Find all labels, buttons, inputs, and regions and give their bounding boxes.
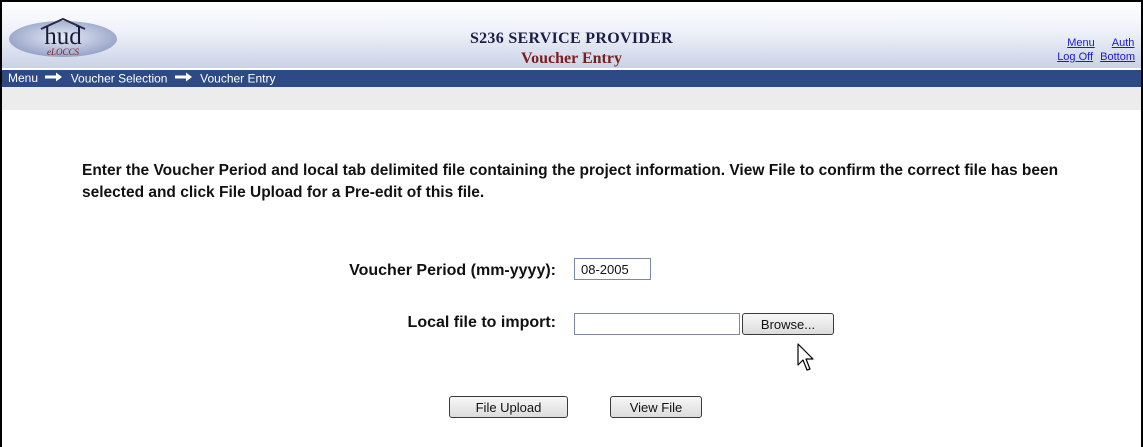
page-title: S236 SERVICE PROVIDER: [469, 30, 674, 47]
voucher-period-label: Voucher Period (mm-yyyy):: [349, 262, 556, 279]
page-header: hud eLOCCS S236 SERVICE PROVIDER Voucher…: [2, 2, 1141, 68]
breadcrumb-menu[interactable]: Menu: [8, 71, 38, 85]
voucher-period-input[interactable]: [574, 258, 651, 280]
menu-link[interactable]: Menu: [1067, 37, 1095, 49]
mouse-pointer-icon: [797, 343, 814, 371]
breadcrumb-voucher-selection[interactable]: Voucher Selection: [71, 71, 168, 85]
local-file-label: Local file to import:: [407, 314, 556, 331]
local-file-input[interactable]: [574, 313, 740, 335]
file-upload-button[interactable]: File Upload: [449, 396, 568, 418]
page-subtitle: Voucher Entry: [521, 50, 622, 67]
view-file-button[interactable]: View File: [610, 396, 702, 418]
header-spacer-bar: [2, 87, 1141, 110]
breadcrumb-voucher-entry: Voucher Entry: [200, 71, 276, 86]
top-links: Menu Auth Log Off Bottom: [1053, 36, 1135, 64]
right-arrow-icon: [45, 72, 63, 82]
auth-link[interactable]: Auth: [1112, 37, 1135, 49]
bottom-link[interactable]: Bottom: [1100, 51, 1135, 63]
instructions-text: Enter the Voucher Period and local tab d…: [82, 162, 1059, 201]
log-off-link[interactable]: Log Off: [1057, 51, 1093, 63]
right-arrow-icon: [174, 72, 192, 82]
breadcrumb: Menu Voucher Selection Voucher Entry: [2, 70, 1141, 87]
browse-button[interactable]: Browse...: [742, 313, 834, 335]
